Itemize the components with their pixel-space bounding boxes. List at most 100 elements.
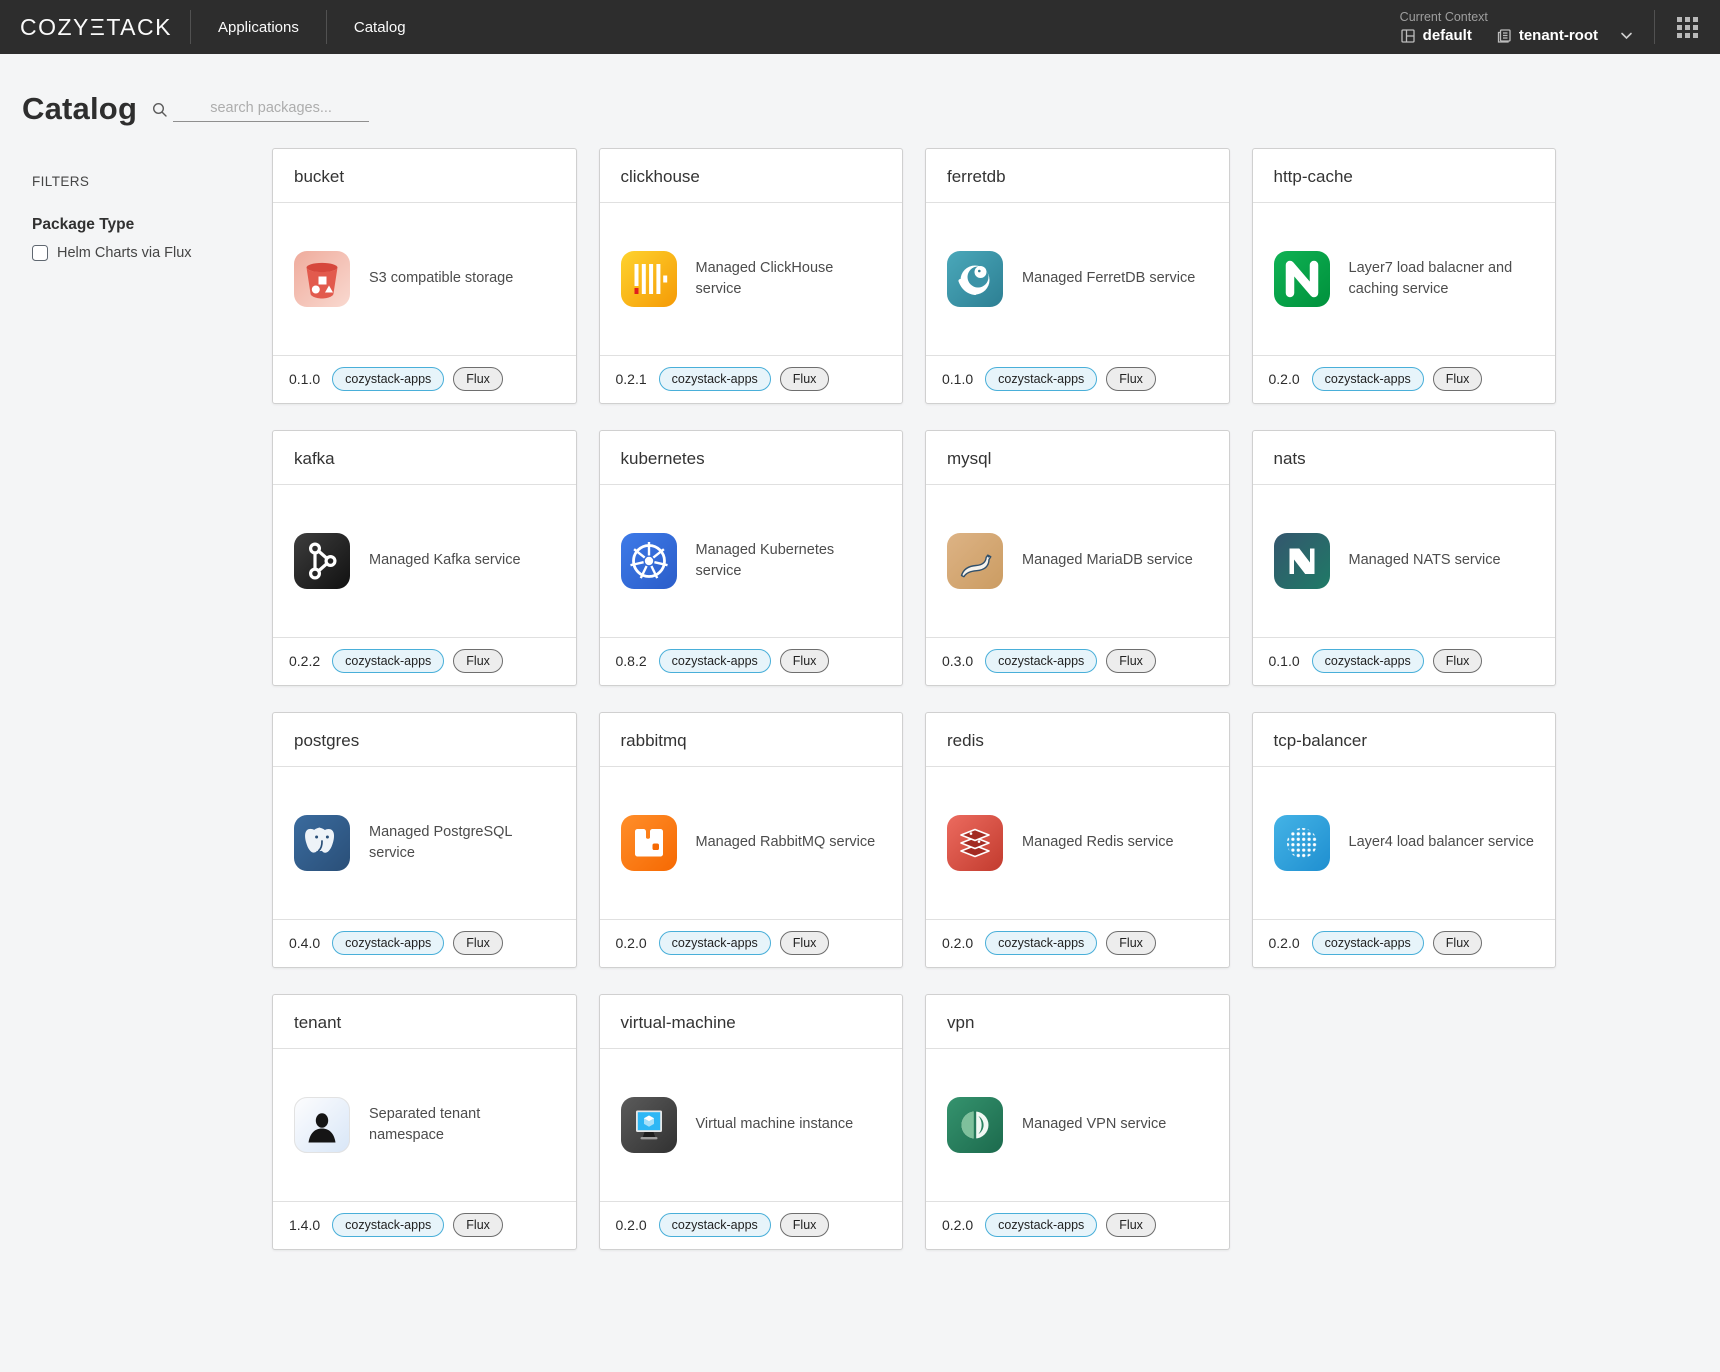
- package-version: 0.2.0: [616, 935, 647, 951]
- badge-cozystack-apps[interactable]: cozystack-apps: [659, 367, 771, 391]
- package-card-body: Managed NATS service: [1253, 485, 1556, 637]
- package-card-kafka[interactable]: kafka Managed Kafka service 0.2.2 cozyst…: [272, 430, 577, 686]
- package-name: bucket: [273, 149, 576, 203]
- package-badges: cozystack-apps Flux: [1312, 649, 1483, 673]
- package-description: Managed Kubernetes service: [696, 540, 882, 582]
- package-version: 0.2.0: [1269, 371, 1300, 387]
- nav-item-applications[interactable]: Applications: [193, 0, 324, 54]
- package-card-body: Layer4 load balancer service: [1253, 767, 1556, 919]
- rabbitmq-icon: [621, 815, 677, 871]
- badge-cozystack-apps[interactable]: cozystack-apps: [985, 649, 1097, 673]
- package-card-kubernetes[interactable]: kubernetes Managed Kubernetes service 0.…: [599, 430, 904, 686]
- tenant-icon: [1496, 28, 1512, 44]
- badge-cozystack-apps[interactable]: cozystack-apps: [332, 367, 444, 391]
- package-name: tenant: [273, 995, 576, 1049]
- chevron-down-icon[interactable]: [1619, 28, 1634, 43]
- badge-flux[interactable]: Flux: [453, 649, 503, 673]
- package-badges: cozystack-apps Flux: [332, 367, 503, 391]
- package-name: postgres: [273, 713, 576, 767]
- clickhouse-icon: [621, 251, 677, 307]
- filters-sidebar: FILTERS Package Type Helm Charts via Flu…: [32, 148, 272, 1290]
- package-version: 0.2.0: [1269, 935, 1300, 951]
- badge-cozystack-apps[interactable]: cozystack-apps: [332, 1213, 444, 1237]
- package-badges: cozystack-apps Flux: [659, 931, 830, 955]
- badge-cozystack-apps[interactable]: cozystack-apps: [659, 649, 771, 673]
- badge-flux[interactable]: Flux: [780, 367, 830, 391]
- package-version: 0.2.0: [942, 935, 973, 951]
- badge-cozystack-apps[interactable]: cozystack-apps: [985, 367, 1097, 391]
- badge-cozystack-apps[interactable]: cozystack-apps: [659, 1213, 771, 1237]
- package-card-footer: 0.2.0 cozystack-apps Flux: [926, 919, 1229, 967]
- package-card-redis[interactable]: redis Managed Redis service 0.2.0 cozyst…: [925, 712, 1230, 968]
- package-card-bucket[interactable]: bucket S3 compatible storage 0.1.0 cozys…: [272, 148, 577, 404]
- badge-flux[interactable]: Flux: [1106, 931, 1156, 955]
- context-selector[interactable]: default tenant-root: [1400, 27, 1634, 44]
- package-name: kubernetes: [600, 431, 903, 485]
- badge-cozystack-apps[interactable]: cozystack-apps: [332, 931, 444, 955]
- badge-flux[interactable]: Flux: [780, 649, 830, 673]
- package-description: Managed PostgreSQL service: [369, 822, 555, 864]
- package-card-ferretdb[interactable]: ferretdb Managed FerretDB service 0.1.0 …: [925, 148, 1230, 404]
- package-badges: cozystack-apps Flux: [985, 367, 1156, 391]
- package-name: tcp-balancer: [1253, 713, 1556, 767]
- badge-flux[interactable]: Flux: [1433, 931, 1483, 955]
- package-card-nats[interactable]: nats Managed NATS service 0.1.0 cozystac…: [1252, 430, 1557, 686]
- badge-cozystack-apps[interactable]: cozystack-apps: [659, 931, 771, 955]
- package-card-tcp-balancer[interactable]: tcp-balancer Layer4 load balancer servic…: [1252, 712, 1557, 968]
- filters-heading: FILTERS: [32, 174, 272, 189]
- package-version: 0.1.0: [1269, 653, 1300, 669]
- package-card-virtual-machine[interactable]: virtual-machine Virtual machine instance…: [599, 994, 904, 1250]
- package-version: 0.2.0: [616, 1217, 647, 1233]
- package-card-tenant[interactable]: tenant Separated tenant namespace 1.4.0 …: [272, 994, 577, 1250]
- current-context-block: Current Context default tenant-root: [1400, 10, 1634, 44]
- badge-flux[interactable]: Flux: [1106, 367, 1156, 391]
- package-name: virtual-machine: [600, 995, 903, 1049]
- badge-flux[interactable]: Flux: [780, 931, 830, 955]
- top-navbar: COZYΞTACK Applications Catalog Current C…: [0, 0, 1720, 54]
- badge-flux[interactable]: Flux: [453, 931, 503, 955]
- badge-flux[interactable]: Flux: [780, 1213, 830, 1237]
- package-card-body: Managed MariaDB service: [926, 485, 1229, 637]
- package-description: Layer4 load balancer service: [1349, 832, 1534, 853]
- badge-flux[interactable]: Flux: [1433, 367, 1483, 391]
- badge-flux[interactable]: Flux: [453, 1213, 503, 1237]
- package-name: ferretdb: [926, 149, 1229, 203]
- package-card-body: Managed FerretDB service: [926, 203, 1229, 355]
- package-card-vpn[interactable]: vpn Managed VPN service 0.2.0 cozystack-…: [925, 994, 1230, 1250]
- package-badges: cozystack-apps Flux: [985, 649, 1156, 673]
- badge-flux[interactable]: Flux: [453, 367, 503, 391]
- badge-cozystack-apps[interactable]: cozystack-apps: [985, 1213, 1097, 1237]
- package-description: Managed Kafka service: [369, 550, 521, 571]
- package-card-mysql[interactable]: mysql Managed MariaDB service 0.3.0 cozy…: [925, 430, 1230, 686]
- tenant-icon: [294, 1097, 350, 1153]
- package-description: S3 compatible storage: [369, 268, 513, 289]
- postgresql-icon: [294, 815, 350, 871]
- badge-cozystack-apps[interactable]: cozystack-apps: [1312, 931, 1424, 955]
- package-badges: cozystack-apps Flux: [1312, 367, 1483, 391]
- navbar-divider: [190, 10, 191, 44]
- package-card-postgres[interactable]: postgres Managed PostgreSQL service 0.4.…: [272, 712, 577, 968]
- nav-item-catalog[interactable]: Catalog: [329, 0, 431, 54]
- package-card-body: Virtual machine instance: [600, 1049, 903, 1201]
- context-tenant-name: tenant-root: [1519, 27, 1598, 44]
- badge-flux[interactable]: Flux: [1433, 649, 1483, 673]
- package-version: 0.1.0: [289, 371, 320, 387]
- package-card-body: Separated tenant namespace: [273, 1049, 576, 1201]
- search-input[interactable]: [173, 96, 369, 122]
- badge-cozystack-apps[interactable]: cozystack-apps: [332, 649, 444, 673]
- badge-cozystack-apps[interactable]: cozystack-apps: [1312, 367, 1424, 391]
- badge-flux[interactable]: Flux: [1106, 1213, 1156, 1237]
- package-version: 0.2.2: [289, 653, 320, 669]
- filter-option-helm-charts-via-flux[interactable]: Helm Charts via Flux: [32, 245, 272, 261]
- cluster-icon: [1400, 28, 1416, 44]
- package-card-clickhouse[interactable]: clickhouse Managed ClickHouse service 0.…: [599, 148, 904, 404]
- package-card-footer: 0.1.0 cozystack-apps Flux: [273, 355, 576, 403]
- badge-cozystack-apps[interactable]: cozystack-apps: [1312, 649, 1424, 673]
- badge-flux[interactable]: Flux: [1106, 649, 1156, 673]
- badge-cozystack-apps[interactable]: cozystack-apps: [985, 931, 1097, 955]
- apps-grid-icon[interactable]: [1657, 17, 1702, 38]
- package-version: 0.4.0: [289, 935, 320, 951]
- package-card-http-cache[interactable]: http-cache Layer7 load balacner and cach…: [1252, 148, 1557, 404]
- package-card-rabbitmq[interactable]: rabbitmq Managed RabbitMQ service 0.2.0 …: [599, 712, 904, 968]
- helm-charts-flux-checkbox[interactable]: [32, 245, 48, 261]
